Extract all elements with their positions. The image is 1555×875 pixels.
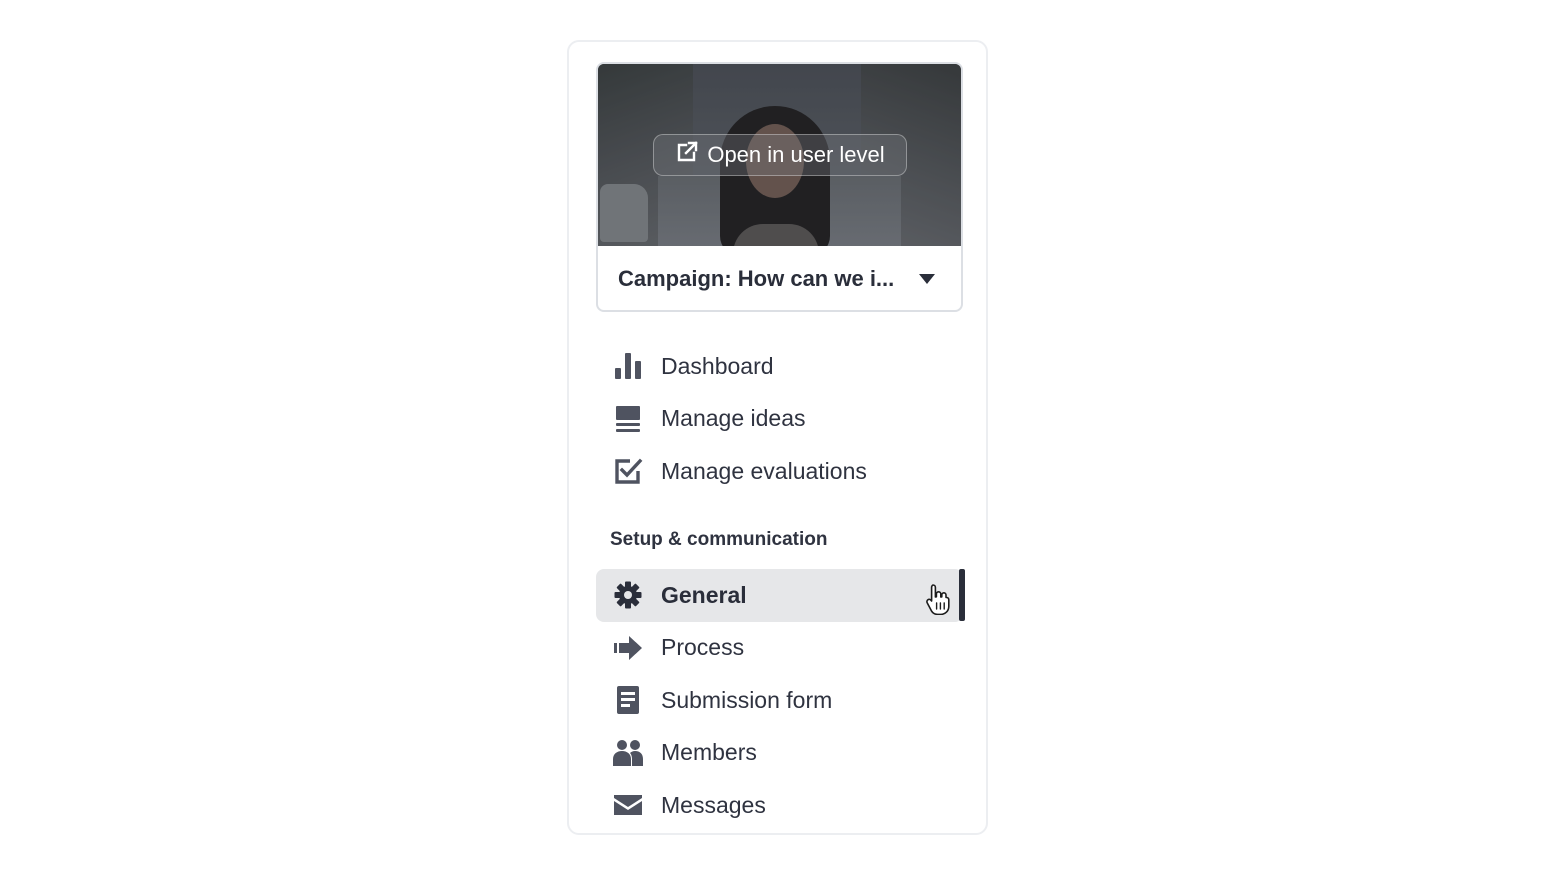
external-link-icon xyxy=(675,140,699,170)
envelope-icon xyxy=(613,790,643,820)
sidebar-panel: Open in user level Campaign: How can we … xyxy=(567,40,988,835)
main-nav: Dashboard Manage ideas Manage evaluation… xyxy=(596,340,963,498)
ideas-list-icon xyxy=(613,404,643,434)
nav-item-general[interactable]: General xyxy=(596,569,965,622)
open-in-user-level-button[interactable]: Open in user level xyxy=(653,134,907,176)
nav-item-messages[interactable]: Messages xyxy=(596,779,963,832)
active-indicator xyxy=(959,569,965,621)
setup-nav: General Process Submission form Members … xyxy=(596,569,965,832)
nav-item-label: Manage evaluations xyxy=(661,457,867,484)
arrow-right-icon xyxy=(613,633,643,663)
nav-item-manage-ideas[interactable]: Manage ideas xyxy=(596,393,963,446)
chevron-down-icon xyxy=(919,274,935,284)
campaign-card: Open in user level Campaign: How can we … xyxy=(596,62,963,312)
campaign-dropdown[interactable]: Campaign: How can we i... xyxy=(598,246,961,310)
nav-item-dashboard[interactable]: Dashboard xyxy=(596,340,963,393)
open-in-user-level-label: Open in user level xyxy=(707,142,885,167)
nav-item-label: Manage ideas xyxy=(661,405,806,432)
bar-chart-icon xyxy=(613,351,643,381)
form-icon xyxy=(613,685,643,715)
gear-icon xyxy=(613,580,643,610)
campaign-image: Open in user level xyxy=(598,64,961,246)
nav-item-submission-form[interactable]: Submission form xyxy=(596,674,963,727)
nav-item-label: Submission form xyxy=(661,686,833,713)
nav-item-manage-evaluations[interactable]: Manage evaluations xyxy=(596,445,963,498)
section-title-setup: Setup & communication xyxy=(610,529,828,550)
nav-item-label: Messages xyxy=(661,791,766,818)
hand-pointer-cursor-icon xyxy=(926,584,950,615)
campaign-dropdown-value: Campaign: How can we i... xyxy=(618,266,895,291)
nav-item-label: Dashboard xyxy=(661,352,774,379)
nav-item-label: Process xyxy=(661,634,745,661)
nav-item-members[interactable]: Members xyxy=(596,727,963,780)
people-icon xyxy=(613,738,643,768)
nav-item-label: General xyxy=(661,581,747,608)
checkbox-icon xyxy=(613,456,643,486)
nav-item-process[interactable]: Process xyxy=(596,622,963,675)
nav-item-label: Members xyxy=(661,739,757,766)
